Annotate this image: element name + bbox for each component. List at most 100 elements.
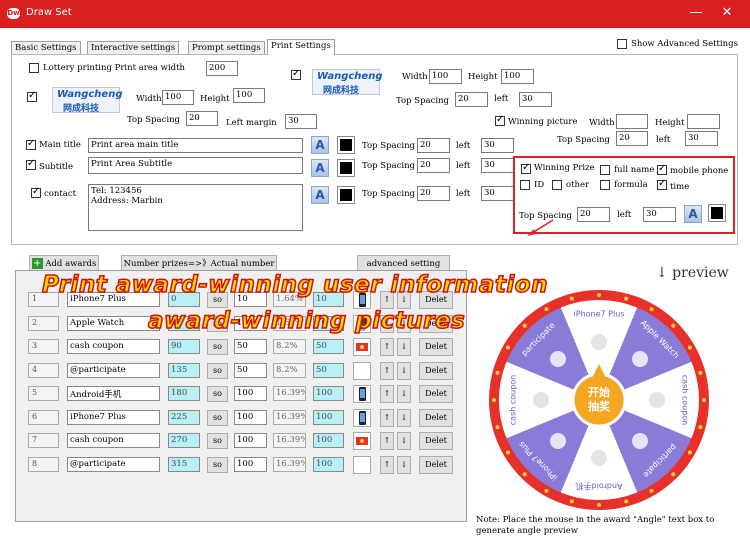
lottery-printing-checkbox[interactable] xyxy=(29,63,39,73)
main-title-top-input[interactable]: 20 xyxy=(417,138,450,153)
contact-color-swatch[interactable] xyxy=(337,186,355,204)
logo2-top-input[interactable]: 20 xyxy=(455,92,488,107)
close-button[interactable]: ✕ xyxy=(716,3,738,23)
move-up-button[interactable]: ↑ xyxy=(380,362,394,380)
winner-info-left-input[interactable]: 30 xyxy=(643,207,676,222)
award-actual-input[interactable]: 50 xyxy=(313,339,344,354)
delete-award-button[interactable]: Delet xyxy=(419,432,453,450)
winning-picture-top-input[interactable]: 20 xyxy=(616,131,648,146)
contact-left-input[interactable]: 30 xyxy=(481,186,514,201)
award-so-button[interactable]: so xyxy=(207,339,228,355)
tab-basic-settings[interactable]: Basic Settings xyxy=(11,41,81,54)
subtitle-color-swatch[interactable] xyxy=(337,159,355,177)
move-down-button[interactable]: ↓ xyxy=(397,432,411,450)
award-name-input[interactable]: cash coupon xyxy=(67,433,160,448)
award-angle-input[interactable]: 270 xyxy=(168,433,200,448)
delete-award-button[interactable]: Delet xyxy=(419,456,453,474)
delete-award-button[interactable]: Delet xyxy=(419,338,453,356)
move-down-button[interactable]: ↓ xyxy=(397,362,411,380)
logo1-left-input[interactable]: 30 xyxy=(285,114,317,129)
award-image-phone-icon[interactable] xyxy=(353,409,371,427)
logo2-height-input[interactable]: 100 xyxy=(501,69,534,84)
delete-award-button[interactable]: Delet xyxy=(419,385,453,403)
award-so-button[interactable]: so xyxy=(207,386,228,402)
full-name-checkbox[interactable] xyxy=(600,165,610,175)
award-actual-input[interactable]: 100 xyxy=(313,386,344,401)
award-angle-input[interactable]: 180 xyxy=(168,386,200,401)
logo2-checkbox[interactable] xyxy=(291,68,301,80)
contact-textarea[interactable]: Tel: 123456 Address: Marbin xyxy=(88,184,303,231)
award-image-empty-icon[interactable] xyxy=(353,456,371,474)
subtitle-checkbox[interactable] xyxy=(26,158,36,170)
winning-prize-checkbox[interactable] xyxy=(521,162,531,174)
award-image-phone-icon[interactable] xyxy=(353,385,371,403)
move-up-button[interactable]: ↑ xyxy=(380,338,394,356)
award-name-input[interactable]: Apple Watch xyxy=(67,316,160,331)
logo1-image[interactable]: Wangcheng 网成科技 xyxy=(52,87,122,114)
print-area-width-input[interactable]: 200 xyxy=(206,61,238,76)
award-name-input[interactable]: cash coupon xyxy=(67,339,160,354)
award-image-empty-icon[interactable] xyxy=(353,362,371,380)
minimize-button[interactable]: — xyxy=(685,3,707,23)
award-actual-input[interactable]: 100 xyxy=(313,457,344,472)
main-title-left-input[interactable]: 30 xyxy=(481,138,514,153)
contact-top-input[interactable]: 20 xyxy=(417,186,450,201)
logo1-top-input[interactable]: 20 xyxy=(186,111,218,126)
award-angle-input[interactable]: 315 xyxy=(168,457,200,472)
move-up-button[interactable]: ↑ xyxy=(380,409,394,427)
move-down-button[interactable]: ↓ xyxy=(397,409,411,427)
subtitle-font-button[interactable]: A xyxy=(311,159,329,177)
move-up-button[interactable]: ↑ xyxy=(380,432,394,450)
main-title-font-button[interactable]: A xyxy=(311,136,329,154)
move-up-button[interactable]: ↑ xyxy=(380,385,394,403)
main-title-color-swatch[interactable] xyxy=(337,136,355,154)
award-name-input[interactable]: @participate xyxy=(67,457,160,472)
winning-picture-height-input[interactable] xyxy=(687,114,720,129)
winner-info-top-input[interactable]: 20 xyxy=(577,207,610,222)
winning-picture-width-input[interactable] xyxy=(616,114,648,129)
mobile-phone-checkbox[interactable] xyxy=(657,163,667,175)
award-actual-input[interactable]: 50 xyxy=(313,363,344,378)
formula-checkbox[interactable] xyxy=(600,180,610,190)
move-down-button[interactable]: ↓ xyxy=(397,456,411,474)
delete-award-button[interactable]: Delet xyxy=(419,409,453,427)
tab-interactive-settings[interactable]: Interactive settings xyxy=(87,41,180,54)
subtitle-left-input[interactable]: 30 xyxy=(481,158,514,173)
main-title-input[interactable]: Print area main title xyxy=(88,138,303,153)
move-down-button[interactable]: ↓ xyxy=(397,385,411,403)
tab-print-settings[interactable]: Print Settings xyxy=(267,39,335,55)
logo2-left-input[interactable]: 30 xyxy=(519,92,552,107)
award-image-coupon-icon[interactable] xyxy=(353,432,371,450)
subtitle-input[interactable]: Print Area Subtitle xyxy=(88,157,303,174)
winner-info-color-swatch[interactable] xyxy=(708,204,726,222)
award-quantity-input[interactable]: 100 xyxy=(234,410,267,425)
show-advanced-checkbox[interactable] xyxy=(617,39,627,49)
logo1-width-input[interactable]: 100 xyxy=(162,90,194,105)
award-name-input[interactable]: iPhone7 Plus xyxy=(67,410,160,425)
other-checkbox[interactable] xyxy=(552,180,562,190)
award-quantity-input[interactable]: 100 xyxy=(234,433,267,448)
award-angle-input[interactable]: 135 xyxy=(168,363,200,378)
move-up-button[interactable]: ↑ xyxy=(380,456,394,474)
logo2-width-input[interactable]: 100 xyxy=(429,69,462,84)
time-checkbox[interactable] xyxy=(657,178,667,190)
contact-font-button[interactable]: A xyxy=(311,186,329,204)
award-actual-input[interactable]: 100 xyxy=(313,433,344,448)
award-so-button[interactable]: so xyxy=(207,363,228,379)
award-angle-input[interactable]: 225 xyxy=(168,410,200,425)
delete-award-button[interactable]: Delet xyxy=(419,362,453,380)
award-so-button[interactable]: so xyxy=(207,410,228,426)
move-down-button[interactable]: ↓ xyxy=(397,338,411,356)
subtitle-top-input[interactable]: 20 xyxy=(417,158,450,173)
contact-checkbox[interactable] xyxy=(31,186,41,198)
award-angle-input[interactable]: 90 xyxy=(168,339,200,354)
winning-picture-left-input[interactable]: 30 xyxy=(685,131,718,146)
award-name-input[interactable]: @participate xyxy=(67,363,160,378)
award-name-input[interactable]: Android手机 xyxy=(67,386,160,401)
main-title-checkbox[interactable] xyxy=(26,138,36,150)
tab-prompt-settings[interactable]: Prompt settings xyxy=(188,41,265,54)
logo2-image[interactable]: Wangcheng 网成科技 xyxy=(312,69,382,96)
logo1-height-input[interactable]: 100 xyxy=(233,88,265,103)
award-so-button[interactable]: so xyxy=(207,457,228,473)
award-quantity-input[interactable]: 50 xyxy=(234,339,267,354)
